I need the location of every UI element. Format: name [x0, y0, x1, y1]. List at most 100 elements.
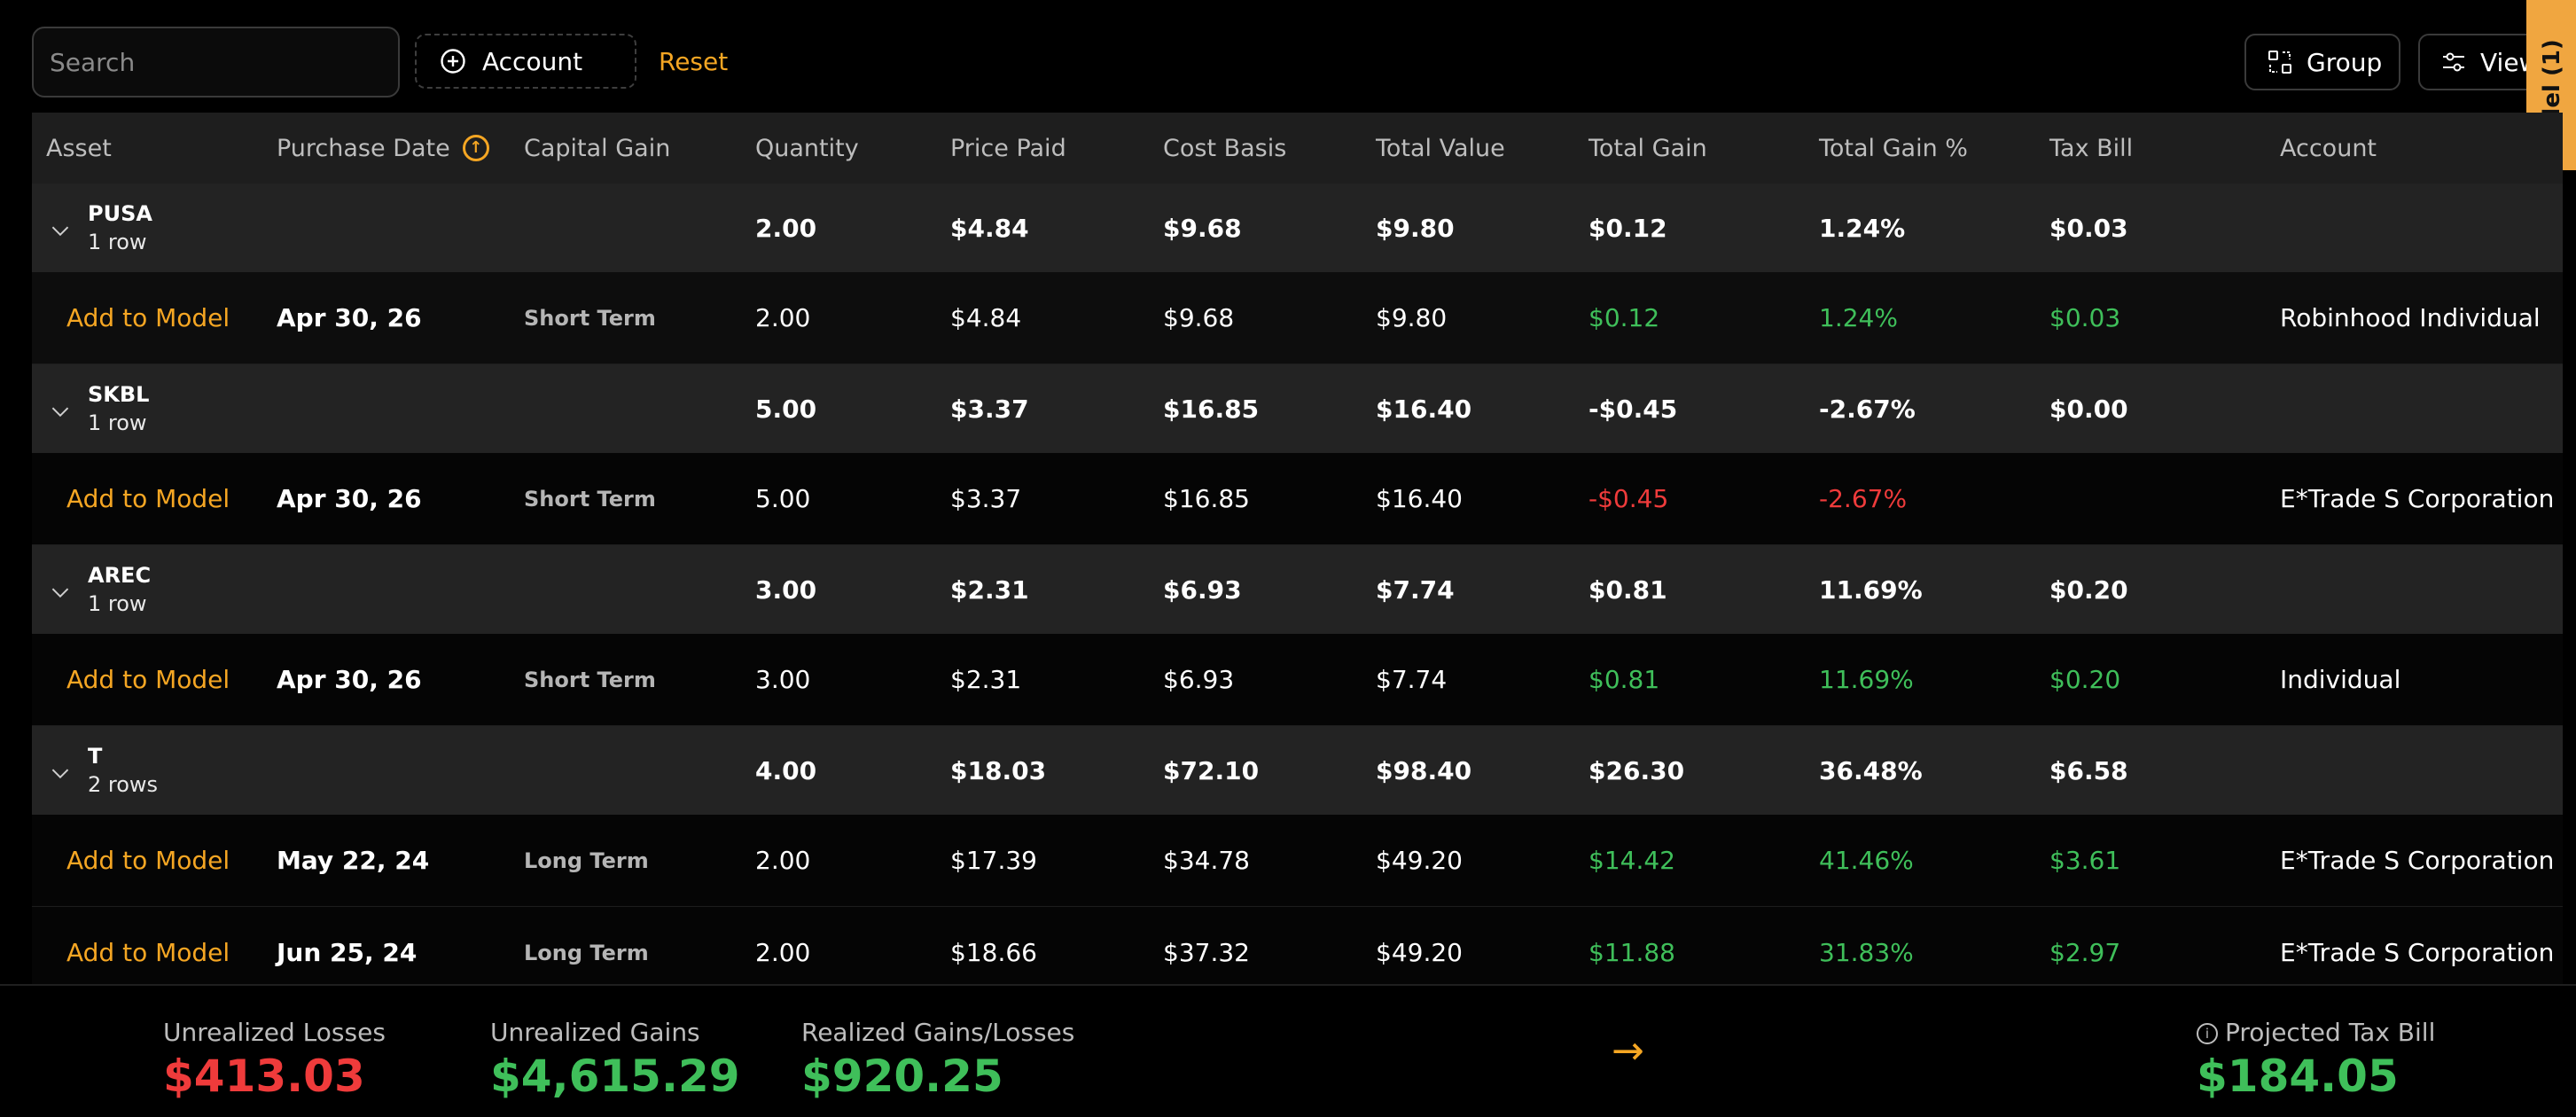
group-cost-basis: $72.10 [1163, 755, 1260, 785]
row-count: 1 row [88, 410, 147, 435]
column-header-purchase-date[interactable]: Purchase Date ↑ [277, 113, 489, 184]
cost-basis: $9.68 [1163, 303, 1235, 332]
table-row: Add to Model Apr 30, 26 Short Term 3.00 … [32, 634, 2563, 726]
group-quantity: 2.00 [755, 213, 817, 243]
add-to-model-link[interactable]: Add to Model [66, 634, 230, 725]
table-row: Add to Model Apr 30, 26 Short Term 2.00 … [32, 272, 2563, 364]
quantity: 5.00 [755, 484, 811, 513]
chevron-down-icon[interactable]: ⌵ [48, 364, 73, 453]
table-row: Add to Model May 22, 24 Long Term 2.00 $… [32, 815, 2563, 907]
price-paid: $17.39 [950, 846, 1037, 875]
total-gain: $0.81 [1589, 665, 1660, 694]
group-total-gain-pct: 11.69% [1819, 574, 1923, 605]
group-tax-bill: $0.00 [2049, 394, 2128, 424]
chevron-down-icon[interactable]: ⌵ [48, 726, 73, 815]
total-value: $7.74 [1376, 665, 1448, 694]
group-total-gain: $0.12 [1589, 213, 1667, 243]
capital-gain-term: Short Term [524, 486, 656, 512]
tax-bill: $0.20 [2049, 665, 2121, 694]
total-gain-pct: -2.67% [1819, 484, 1908, 513]
arrow-right-icon[interactable]: → [1612, 1032, 1651, 1071]
group-total-value: $16.40 [1376, 394, 1472, 424]
info-icon[interactable]: i [2197, 1023, 2218, 1044]
group-row-pusa[interactable]: ⌵ PUSA 1 row 2.00 $4.84 $9.68 $9.80 $0.1… [32, 184, 2563, 272]
total-value: $9.80 [1376, 303, 1448, 332]
column-header-total-gain-pct[interactable]: Total Gain % [1819, 113, 1968, 184]
group-total-gain-pct: 36.48% [1819, 755, 1923, 785]
holdings-table: Asset Purchase Date ↑ Capital Gain Quant… [32, 113, 2563, 999]
group-total-gain-pct: -2.67% [1819, 394, 1916, 424]
capital-gain-term: Short Term [524, 305, 656, 331]
column-header-asset[interactable]: Asset [46, 113, 112, 184]
unrealized-losses-value: $413.03 [163, 1051, 365, 1102]
plus-circle-icon [441, 49, 465, 74]
asset-symbol: PUSA [88, 201, 152, 226]
group-asset: SKBL 1 row [88, 364, 149, 453]
add-to-model-link[interactable]: Add to Model [66, 815, 230, 906]
group-price-paid: $2.31 [950, 574, 1029, 605]
price-paid: $3.37 [950, 484, 1022, 513]
chevron-down-icon[interactable]: ⌵ [48, 184, 73, 272]
column-header-account[interactable]: Account [2280, 113, 2377, 184]
group-total-gain: $0.81 [1589, 574, 1667, 605]
column-header-purchase-date-label: Purchase Date [277, 134, 450, 162]
group-tax-bill: $0.20 [2049, 574, 2128, 605]
group-row-skbl[interactable]: ⌵ SKBL 1 row 5.00 $3.37 $16.85 $16.40 -$… [32, 364, 2563, 453]
realized-gains-losses-label: Realized Gains/Losses [801, 1018, 1075, 1047]
projected-tax-bill-label: Projected Tax Bill [2225, 1018, 2436, 1047]
cost-basis: $34.78 [1163, 846, 1250, 875]
sliders-icon [2443, 52, 2464, 72]
add-to-model-link[interactable]: Add to Model [66, 272, 230, 363]
group-cost-basis: $16.85 [1163, 394, 1260, 424]
group-row-arec[interactable]: ⌵ AREC 1 row 3.00 $2.31 $6.93 $7.74 $0.8… [32, 545, 2563, 634]
column-header-total-value[interactable]: Total Value [1376, 113, 1505, 184]
group-cost-basis: $9.68 [1163, 213, 1242, 243]
group-price-paid: $18.03 [950, 755, 1047, 785]
purchase-date: Apr 30, 26 [277, 484, 422, 513]
tax-bill: $3.61 [2049, 846, 2121, 875]
total-gain: $14.42 [1589, 846, 1675, 875]
reset-button[interactable]: Reset [648, 34, 738, 89]
unrealized-gains-value: $4,615.29 [490, 1051, 740, 1102]
column-header-tax-bill[interactable]: Tax Bill [2049, 113, 2133, 184]
capital-gain-term: Long Term [524, 848, 649, 873]
cost-basis: $16.85 [1163, 484, 1250, 513]
total-value: $49.20 [1376, 846, 1463, 875]
group-icon [2268, 51, 2291, 74]
group-cost-basis: $6.93 [1163, 574, 1242, 605]
column-header-quantity[interactable]: Quantity [755, 113, 859, 184]
group-tax-bill: $0.03 [2049, 213, 2128, 243]
toolbar: Account Reset Group View [32, 27, 2576, 98]
account-name: E*Trade S Corporation [2280, 846, 2555, 875]
group-row-t[interactable]: ⌵ T 2 rows 4.00 $18.03 $72.10 $98.40 $26… [32, 726, 2563, 815]
add-to-model-link[interactable]: Add to Model [66, 453, 230, 544]
group-total-gain: -$0.45 [1589, 394, 1678, 424]
column-header-capital-gain[interactable]: Capital Gain [524, 113, 670, 184]
group-button[interactable]: Group [2244, 34, 2400, 90]
summary-bar: Unrealized Losses $413.03 Unrealized Gai… [0, 984, 2576, 1117]
chevron-down-icon[interactable]: ⌵ [48, 545, 73, 634]
purchase-date: Apr 30, 26 [277, 665, 422, 694]
column-header-cost-basis[interactable]: Cost Basis [1163, 113, 1286, 184]
add-account-button[interactable]: Account [415, 34, 636, 89]
group-price-paid: $3.37 [950, 394, 1029, 424]
group-button-label: Group [2307, 47, 2383, 77]
group-total-value: $9.80 [1376, 213, 1455, 243]
unrealized-gains-label: Unrealized Gains [490, 1018, 700, 1047]
group-price-paid: $4.84 [950, 213, 1029, 243]
search-input[interactable] [32, 27, 400, 98]
realized-gains-losses: Realized Gains/Losses $920.25 [801, 1018, 1074, 1102]
total-gain-pct: 41.46% [1819, 846, 1914, 875]
sort-ascending-icon[interactable]: ↑ [462, 135, 489, 161]
group-total-gain-pct: 1.24% [1819, 213, 1906, 243]
column-header-total-gain[interactable]: Total Gain [1589, 113, 1707, 184]
total-value: $16.40 [1376, 484, 1463, 513]
row-count: 2 rows [88, 772, 159, 797]
column-header-price-paid[interactable]: Price Paid [950, 113, 1066, 184]
asset-symbol: T [88, 744, 103, 769]
total-gain: -$0.45 [1589, 484, 1669, 513]
group-total-gain: $26.30 [1589, 755, 1685, 785]
capital-gain-term: Short Term [524, 667, 656, 692]
quantity: 2.00 [755, 303, 811, 332]
realized-gains-losses-value: $920.25 [801, 1051, 1003, 1102]
